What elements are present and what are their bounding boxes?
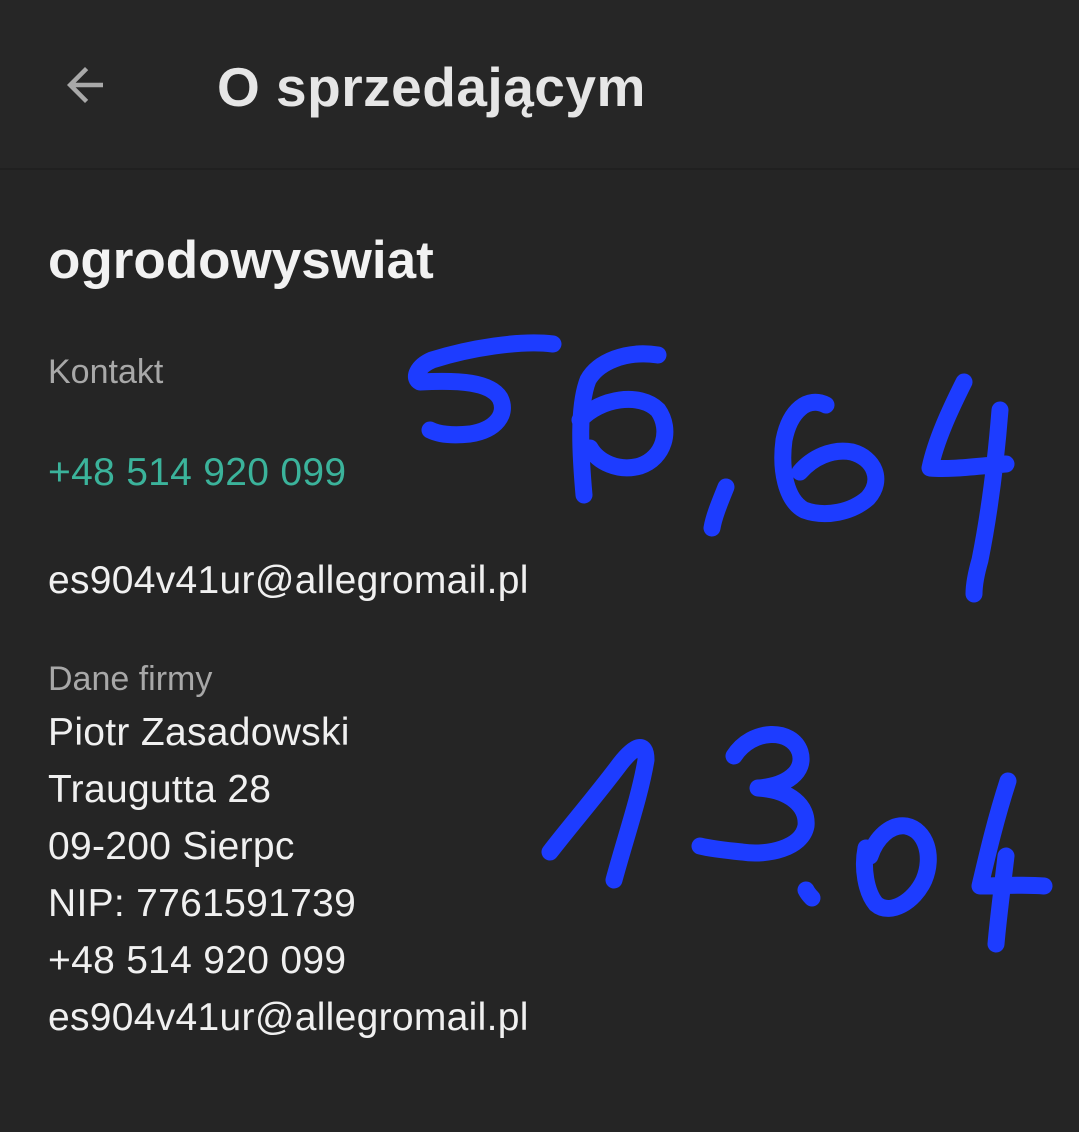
contact-phone-link[interactable]: +48 514 920 099 xyxy=(48,451,346,495)
company-owner-name: Piotr Zasadowski xyxy=(48,711,350,754)
arrow-left-icon xyxy=(67,67,103,103)
seller-details: ogrodowyswiat Kontakt +48 514 920 099 es… xyxy=(0,170,1079,1132)
page-title: O sprzedającym xyxy=(217,56,646,118)
company-section-label: Dane firmy xyxy=(48,660,213,698)
app-bar: O sprzedającym xyxy=(0,0,1079,170)
company-email: es904v41ur@allegromail.pl xyxy=(48,996,529,1039)
company-nip: NIP: 7761591739 xyxy=(48,882,357,925)
contact-section-label: Kontakt xyxy=(48,353,164,391)
company-street: Traugutta 28 xyxy=(48,768,272,811)
back-button[interactable] xyxy=(44,44,126,126)
seller-info-screen: O sprzedającym ogrodowyswiat Kontakt +48… xyxy=(0,0,1079,1132)
contact-email-link[interactable]: es904v41ur@allegromail.pl xyxy=(48,559,529,603)
seller-name: ogrodowyswiat xyxy=(48,231,434,290)
company-phone: +48 514 920 099 xyxy=(48,939,347,982)
company-postal-city: 09-200 Sierpc xyxy=(48,825,295,868)
